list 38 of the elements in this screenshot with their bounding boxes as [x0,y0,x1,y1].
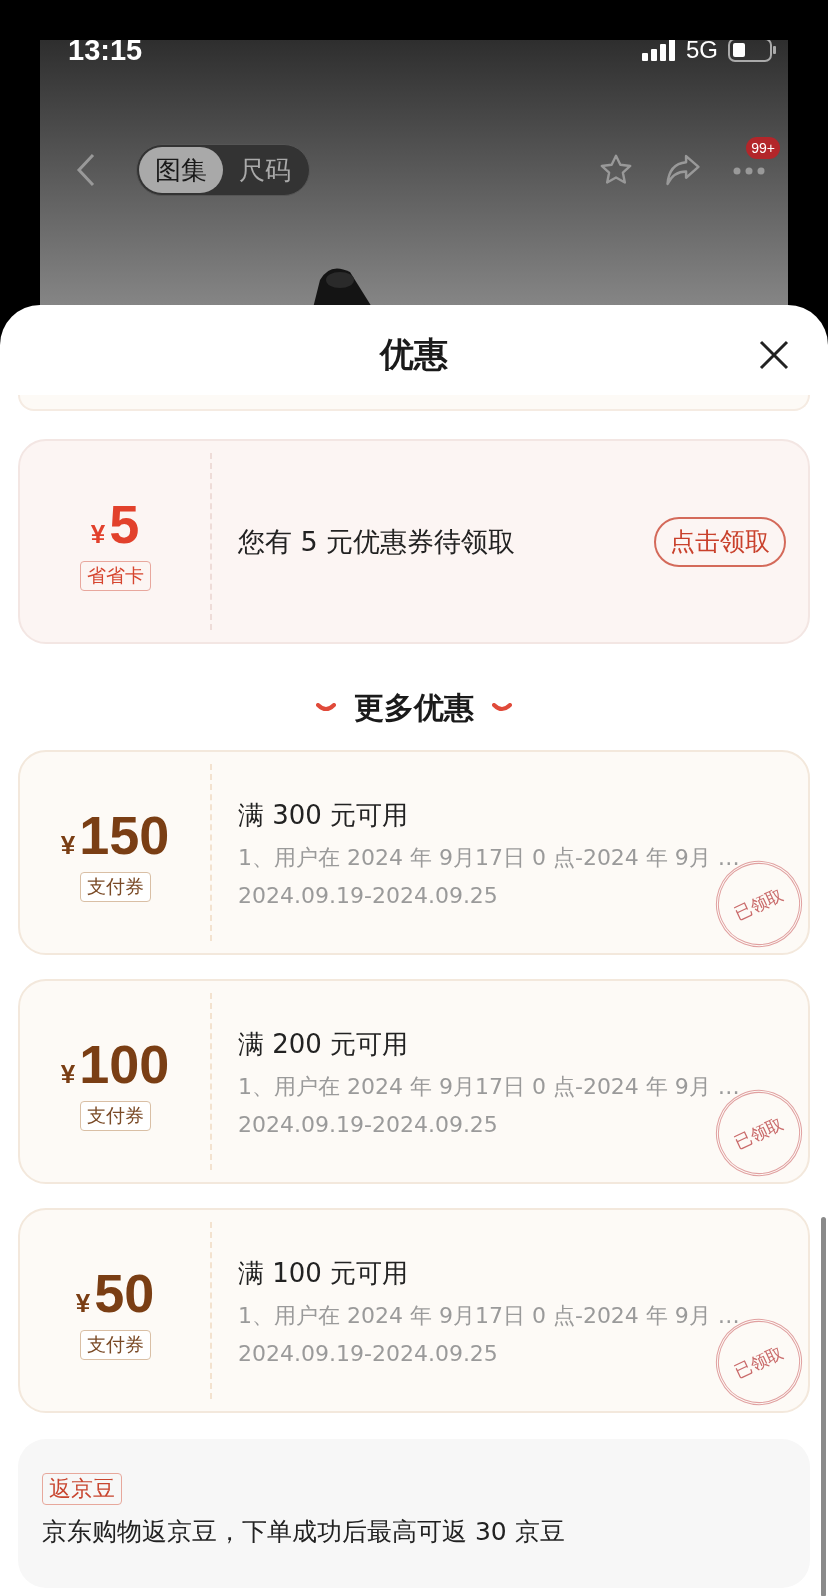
coupon-text: 您有 5 元优惠券待领取 [238,524,517,559]
gallery-tab[interactable]: 尺码 [223,147,307,193]
more-icon[interactable] [732,165,766,176]
coupon-title: 满 200 元可用 [238,1027,409,1061]
back-icon[interactable] [76,153,96,187]
signal-icon [642,40,676,61]
gallery-tab[interactable]: 图集 [139,147,223,193]
coupon-tag: 省省卡 [79,560,151,591]
coupon-amount: 150 [79,803,170,866]
smile-icon [316,703,336,713]
coupon-dates: 2024.09.19-2024.09.25 [238,1111,498,1137]
battery-icon [728,40,776,62]
coupon-dates: 2024.09.19-2024.09.25 [238,882,498,908]
coupon-dates: 2024.09.19-2024.09.25 [238,1340,498,1366]
currency-sign: ¥ [60,829,76,861]
section-title: 更多优惠 [354,688,474,727]
coupon-amount: 5 [109,492,140,555]
smile-icon [492,703,512,713]
currency-sign: ¥ [90,518,106,550]
network-label: 5G [686,40,718,64]
coupon-amount: 100 [79,1032,170,1095]
coupon-title: 满 100 元可用 [238,1256,409,1290]
coupon-description: 1、用户在 2024 年 9月17日 0 点-2024 年 9月 … [238,843,740,872]
status-time: 13:15 [68,40,143,67]
currency-sign: ¥ [60,1058,76,1090]
coupon-tag: 支付券 [79,1329,151,1360]
coupon-title: 满 300 元可用 [238,798,409,832]
coupon-tag: 支付券 [79,1100,151,1131]
coupon-description: 1、用户在 2024 年 9月17日 0 点-2024 年 9月 … [238,1072,740,1101]
sheet-title: 优惠 [380,333,448,376]
claim-button[interactable]: 点击领取 [654,516,786,567]
coupon-amount: 50 [94,1261,155,1324]
rebate-tag: 返京豆 [42,1473,122,1505]
share-icon[interactable] [664,153,702,187]
coupon-tag: 支付券 [79,871,151,902]
rebate-text: 京东购物返京豆，下单成功后最高可返 30 京豆 [42,1516,565,1548]
coupon-description: 1、用户在 2024 年 9月17日 0 点-2024 年 9月 … [238,1301,740,1330]
currency-sign: ¥ [75,1287,91,1319]
